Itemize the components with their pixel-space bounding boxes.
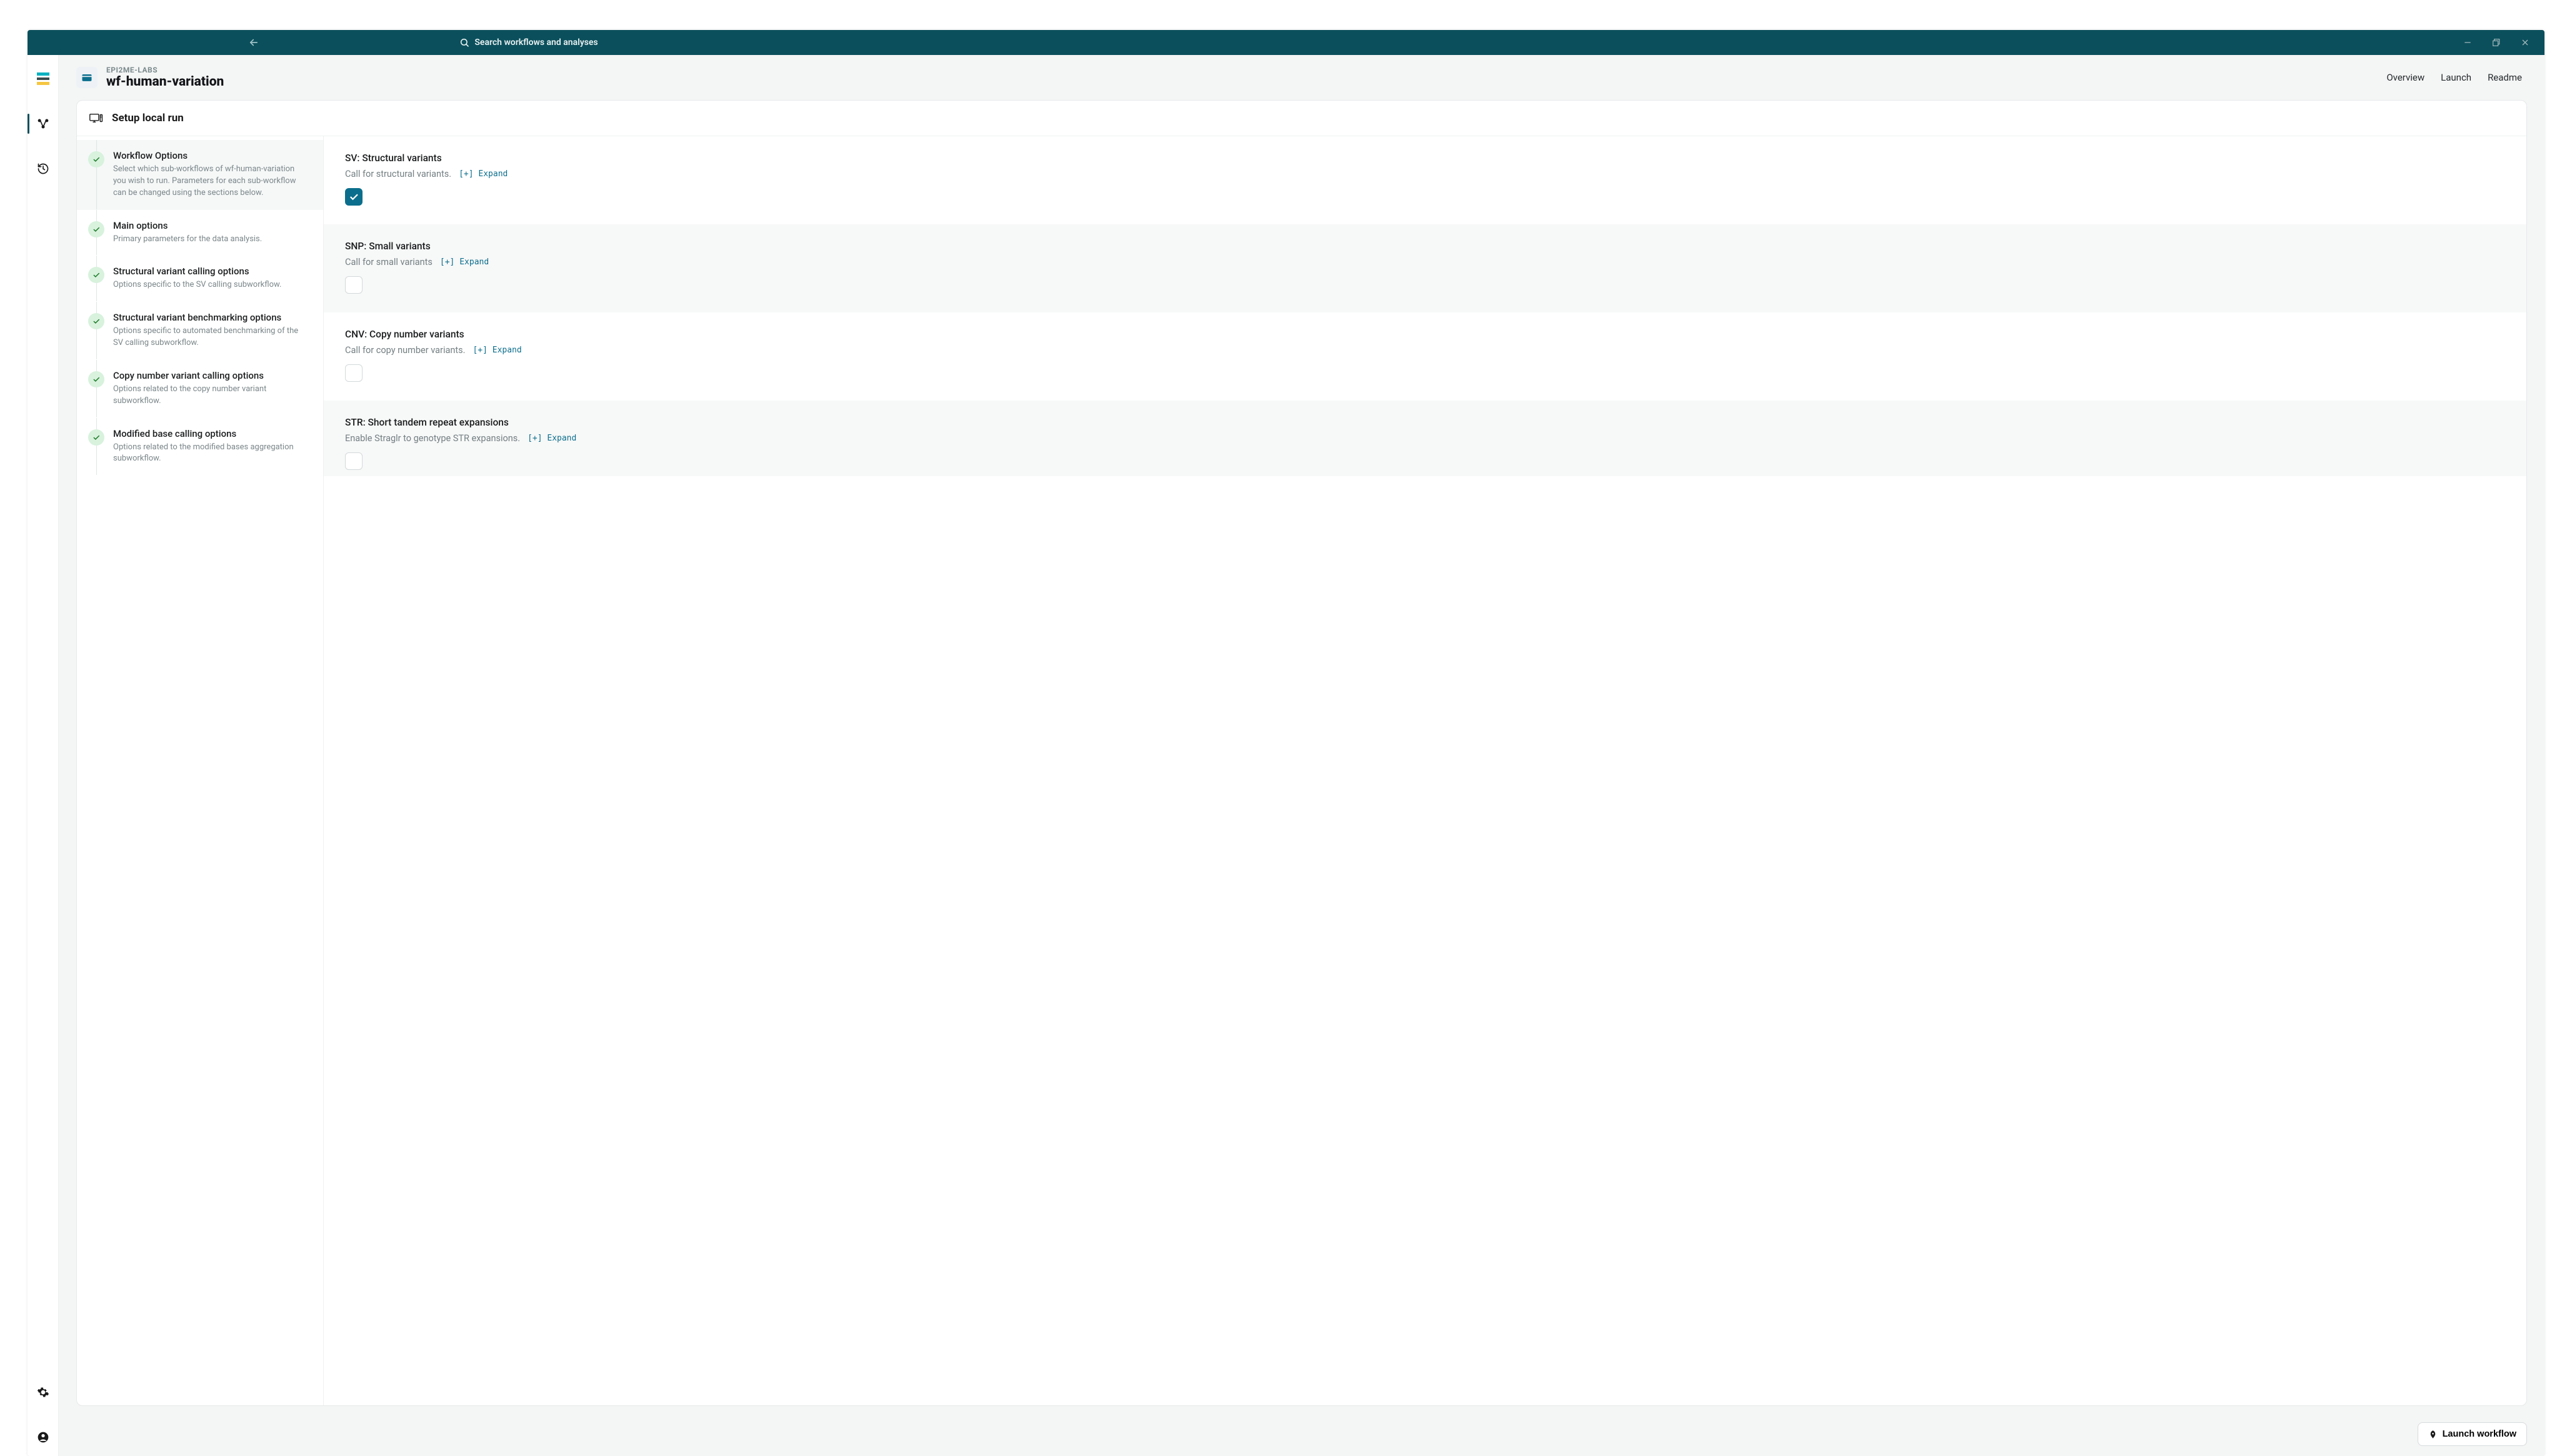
step-title: Main options xyxy=(113,220,309,231)
workflow-name: wf-human-variation xyxy=(106,74,224,89)
option-snp: SNP: Small variants Call for small varia… xyxy=(324,224,2526,312)
rail-account[interactable] xyxy=(31,1425,56,1450)
minimize-button[interactable] xyxy=(2462,37,2473,48)
check-icon xyxy=(88,267,104,283)
workflow-header: EPI2ME-LABS wf-human-variation Overview … xyxy=(59,55,2544,100)
window-controls xyxy=(2462,37,2539,48)
steps-pane[interactable]: Workflow Options Select which sub-workflo… xyxy=(77,136,324,1405)
step-title: Modified base calling options xyxy=(113,428,309,439)
logo-icon xyxy=(37,72,49,85)
workflow-icon xyxy=(76,67,98,88)
launch-workflow-button[interactable]: Launch workflow xyxy=(2418,1422,2527,1446)
option-title: SV: Structural variants xyxy=(345,152,2505,164)
checkbox-snp[interactable] xyxy=(345,276,363,294)
checkbox-str[interactable] xyxy=(345,452,363,470)
expand-link[interactable]: [+] Expand xyxy=(473,346,521,355)
back-button[interactable] xyxy=(244,32,264,52)
side-rail xyxy=(28,55,59,1456)
step-desc: Options related to the copy number varia… xyxy=(113,384,309,407)
window-titlebar: Search workflows and analyses xyxy=(28,30,2544,55)
search-icon xyxy=(459,37,469,47)
close-button[interactable] xyxy=(2519,37,2531,48)
rail-history[interactable] xyxy=(31,156,56,181)
expand-link[interactable]: [+] Expand xyxy=(459,169,508,179)
card-footer: Launch workflow xyxy=(59,1414,2544,1456)
tab-readme[interactable]: Readme xyxy=(2488,72,2522,83)
step-desc: Primary parameters for the data analysis… xyxy=(113,234,309,246)
workflow-org: EPI2ME-LABS xyxy=(106,66,224,74)
check-icon xyxy=(88,371,104,387)
tab-overview[interactable]: Overview xyxy=(2386,72,2424,83)
step-desc: Options related to the modified bases ag… xyxy=(113,442,309,466)
expand-link[interactable]: [+] Expand xyxy=(440,257,489,267)
checkbox-sv[interactable] xyxy=(345,188,363,206)
expand-link[interactable]: [+] Expand xyxy=(528,434,576,443)
option-sv: SV: Structural variants Call for structu… xyxy=(324,136,2526,224)
option-desc: Call for small variants xyxy=(345,257,433,267)
option-desc: Call for copy number variants. xyxy=(345,345,465,356)
launch-label: Launch workflow xyxy=(2443,1429,2516,1439)
gear-icon xyxy=(37,1386,49,1399)
step-desc: Select which sub-workflows of wf-human-v… xyxy=(113,164,309,199)
check-icon xyxy=(88,151,104,167)
rail-settings[interactable] xyxy=(31,1380,56,1405)
maximize-button[interactable] xyxy=(2491,37,2502,48)
step-sv-benchmarking[interactable]: Structural variant benchmarking options O… xyxy=(77,302,323,360)
rail-workflows[interactable] xyxy=(31,111,56,136)
step-title: Structural variant benchmarking options xyxy=(113,312,309,323)
step-workflow-options[interactable]: Workflow Options Select which sub-workflo… xyxy=(77,140,323,210)
checkbox-cnv[interactable] xyxy=(345,364,363,382)
step-main-options[interactable]: Main options Primary parameters for the d… xyxy=(77,210,323,256)
option-title: SNP: Small variants xyxy=(345,241,2505,252)
step-cnv-calling[interactable]: Copy number variant calling options Optio… xyxy=(77,360,323,418)
step-title: Structural variant calling options xyxy=(113,266,309,277)
check-icon xyxy=(88,221,104,237)
rocket-icon xyxy=(2428,1430,2438,1439)
search-placeholder: Search workflows and analyses xyxy=(474,37,598,47)
search-bar[interactable]: Search workflows and analyses xyxy=(389,32,669,52)
step-sv-calling[interactable]: Structural variant calling options Option… xyxy=(77,256,323,302)
option-desc: Enable Straglr to genotype STR expansion… xyxy=(345,433,520,444)
option-cnv: CNV: Copy number variants Call for copy … xyxy=(324,312,2526,401)
option-title: STR: Short tandem repeat expansions xyxy=(345,417,2505,428)
check-icon xyxy=(88,429,104,446)
option-str: STR: Short tandem repeat expansions Enab… xyxy=(324,401,2526,476)
card-title: Setup local run xyxy=(112,112,184,124)
user-icon xyxy=(37,1431,49,1444)
step-title: Copy number variant calling options xyxy=(113,370,309,381)
option-title: CNV: Copy number variants xyxy=(345,329,2505,340)
step-desc: Options specific to the SV calling subwo… xyxy=(113,279,309,291)
option-desc: Call for structural variants. xyxy=(345,169,451,179)
history-icon xyxy=(37,162,49,175)
options-pane[interactable]: SV: Structural variants Call for structu… xyxy=(324,136,2526,1405)
step-desc: Options specific to automated benchmarki… xyxy=(113,326,309,349)
workflows-icon xyxy=(37,117,49,130)
card-icon xyxy=(81,71,93,84)
check-icon xyxy=(88,313,104,329)
monitor-icon xyxy=(89,112,103,124)
step-mod-base-calling[interactable]: Modified base calling options Options rel… xyxy=(77,418,323,476)
setup-card: Setup local run Workflow Options Select w… xyxy=(76,100,2527,1406)
step-title: Workflow Options xyxy=(113,150,309,161)
tab-launch[interactable]: Launch xyxy=(2441,72,2471,83)
rail-logo[interactable] xyxy=(31,66,56,91)
